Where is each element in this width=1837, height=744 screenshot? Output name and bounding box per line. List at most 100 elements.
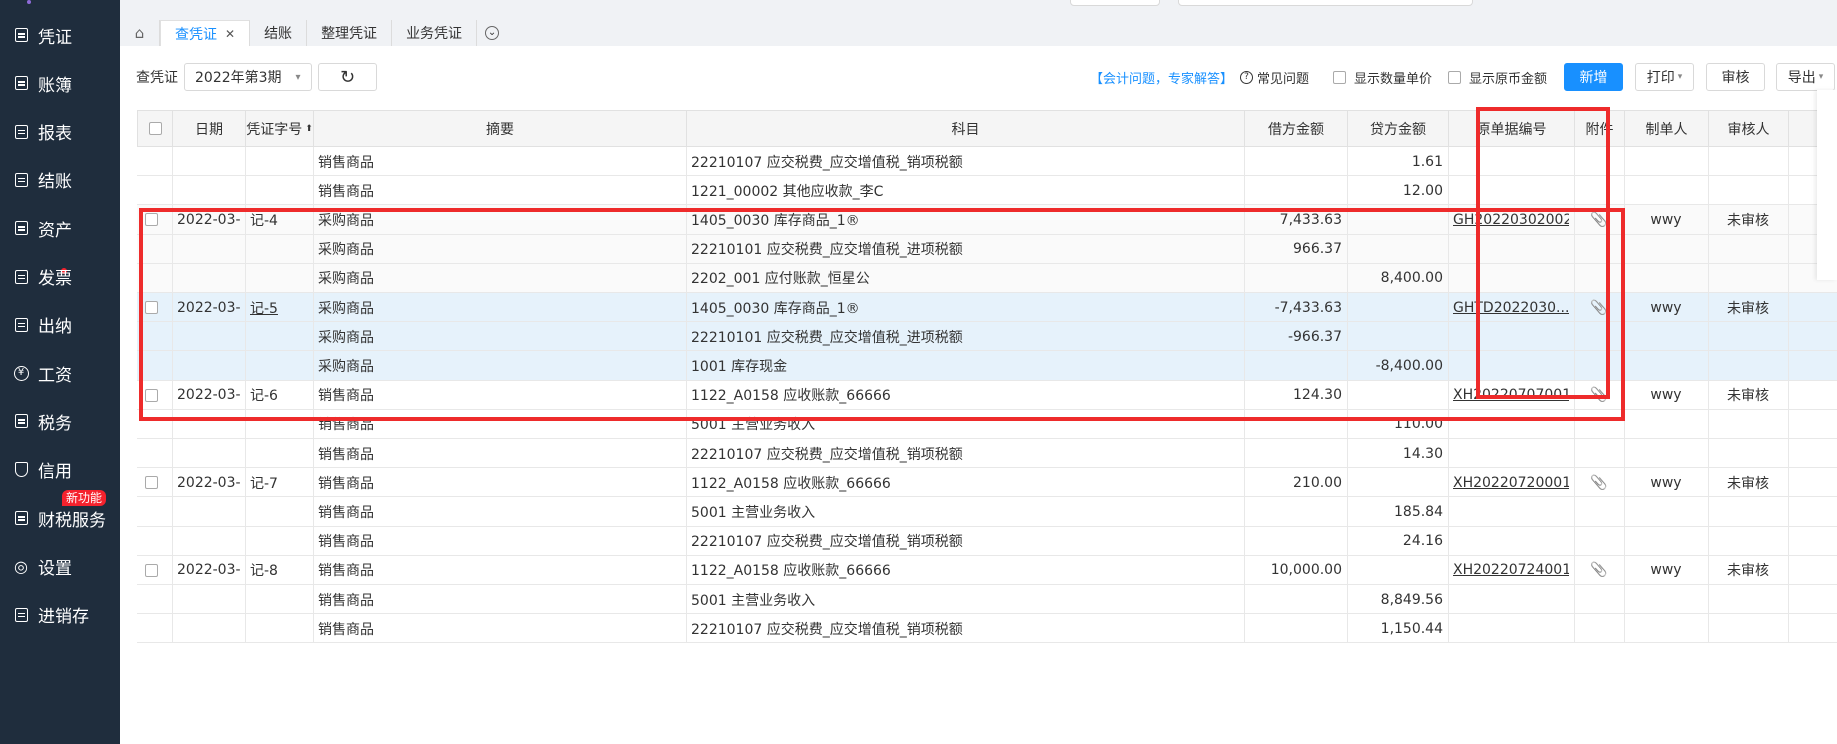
header-voucher-no[interactable]: 凭证字号 ⬆ (246, 111, 314, 146)
tab-view-vouchers[interactable]: 查凭证 ✕ (160, 20, 251, 46)
faq-link[interactable]: ? 常见问题 (1240, 63, 1309, 91)
sidebar-item-cashier[interactable]: 出纳 (0, 305, 120, 345)
row-checkbox[interactable] (145, 205, 165, 234)
table-row[interactable]: 销售商品 5001 主营业务收入 110.00 (137, 409, 1837, 439)
source-doc-no-value[interactable]: XH20220724001 (1453, 562, 1569, 578)
cell-source-doc-no[interactable]: XH20220720001 (1453, 468, 1569, 497)
table-row[interactable]: 采购商品 22210101 应交税费_应交增值税_进项税额 966.37 (137, 234, 1837, 264)
tab-closing[interactable]: 结账 (250, 20, 308, 46)
date-value: 2022-03-31 (177, 387, 240, 404)
sidebar-item-voucher[interactable]: 凭证 (0, 15, 120, 55)
period-select[interactable]: 2022年第3期 ▾ (184, 63, 312, 91)
table-row[interactable]: 2022-03-31 记-6 销售商品 1122_A0158 应收账款_66666 12… (137, 380, 1837, 410)
table-row[interactable]: 采购商品 1001 库存现金 -8,400.00 (137, 351, 1837, 381)
salary-icon: ¥ (12, 364, 30, 382)
account-value: 22210107 应交税费_应交增值税_销项税额 (691, 534, 963, 551)
checkbox[interactable] (148, 122, 162, 135)
sidebar-item-asset[interactable]: 资产 (0, 208, 120, 248)
cell-source-doc-no[interactable]: GH20220302002 (1453, 205, 1569, 234)
audit-button[interactable]: 审核 (1706, 63, 1765, 91)
show-qty-option[interactable]: 显示数量单价 (1333, 63, 1432, 91)
refresh-icon: ↻ (339, 66, 356, 88)
row-checkbox[interactable] (145, 468, 165, 497)
voucher-no-value[interactable]: 记-5 (250, 298, 278, 318)
source-doc-no-value[interactable]: XH20220720001 (1453, 475, 1569, 491)
table-row[interactable]: 2022-03-31 记-4 采购商品 1405_0030 库存商品_1® 7,433.… (137, 205, 1837, 235)
sidebar-item-inventory[interactable]: 进销存 (0, 595, 120, 635)
cell-attachment[interactable]: 📎 (1579, 468, 1619, 497)
paperclip-icon[interactable]: 📎 (1590, 212, 1607, 228)
cell-auditor: 未审核 (1713, 381, 1783, 410)
table-row[interactable]: 销售商品 22210107 应交税费_应交增值税_销项税额 1.61 (137, 147, 1837, 177)
checkbox[interactable] (145, 301, 158, 315)
source-doc-no-value[interactable]: XH20220707001 (1453, 387, 1569, 403)
paperclip-icon[interactable]: 📎 (1590, 562, 1607, 578)
sidebar-item-settings[interactable]: ◎ 设置 (0, 546, 120, 586)
tab-organize-vouchers[interactable]: 整理凭证 (307, 20, 393, 46)
sidebar-item-closing[interactable]: 结账 (0, 160, 120, 200)
paperclip-icon[interactable]: 📎 (1590, 300, 1607, 316)
sidebar-item-finance-service[interactable]: 财税服务 (0, 498, 120, 538)
sidebar-item-tax[interactable]: 税务 (0, 401, 120, 441)
close-icon[interactable]: ✕ (225, 27, 235, 41)
summary-value: 采购商品 (318, 358, 374, 375)
top-control-left[interactable] (1070, 0, 1160, 6)
sidebar-item-report[interactable]: 报表 (0, 112, 120, 152)
source-doc-no-value[interactable]: GH20220302002 (1453, 212, 1569, 228)
row-checkbox[interactable] (145, 381, 165, 410)
expert-help-link[interactable]: 【会计问题，专家解答】 (1090, 63, 1233, 91)
table-row[interactable]: 销售商品 22210107 应交税费_应交增值税_销项税额 14.30 (137, 439, 1837, 469)
show-fx-option[interactable]: 显示原币金额 (1448, 63, 1547, 91)
checkbox[interactable] (145, 563, 158, 577)
sort-icon[interactable]: ⬆ (305, 124, 313, 134)
checkbox[interactable] (145, 213, 158, 227)
sidebar-item-invoice[interactable]: 发票 (0, 257, 120, 297)
debit-amount-value: 124.30 (1293, 387, 1342, 404)
table-row[interactable]: 2022-03-31 记-7 销售商品 1122_A0158 应收账款_66666 21… (137, 468, 1837, 498)
show-qty-checkbox[interactable] (1333, 70, 1346, 84)
select-all-checkbox[interactable] (138, 111, 173, 146)
table-row[interactable]: 销售商品 5001 主营业务收入 8,849.56 (137, 585, 1837, 615)
cell-attachment[interactable]: 📎 (1579, 381, 1619, 410)
checkbox[interactable] (145, 476, 158, 490)
cell-attachment[interactable]: 📎 (1579, 293, 1619, 322)
paperclip-icon[interactable]: 📎 (1590, 387, 1607, 403)
header-credit-amount: 贷方金额 (1348, 111, 1449, 146)
checkbox[interactable] (145, 388, 158, 402)
print-button[interactable]: 打印 ▾ (1635, 63, 1694, 91)
table-row[interactable]: 采购商品 22210101 应交税费_应交增值税_进项税额 -966.37 (137, 322, 1837, 352)
table-row[interactable]: 2022-03-31 记-5 采购商品 1405_0030 库存商品_1® -7,433… (137, 293, 1837, 323)
filter-group: 查凭证 2022年第3期 ▾ (136, 63, 312, 91)
row-checkbox[interactable] (145, 556, 165, 585)
tab-more[interactable]: ⌄ (477, 20, 507, 46)
table-row[interactable]: 销售商品 22210107 应交税费_应交增值税_销项税额 1,150.44 (137, 614, 1837, 644)
auditor-value: 未审核 (1727, 388, 1769, 405)
cell-attachment[interactable]: 📎 (1579, 556, 1619, 585)
row-checkbox[interactable] (145, 293, 165, 322)
table-row[interactable]: 销售商品 22210107 应交税费_应交增值税_销项税额 24.16 (137, 526, 1837, 556)
add-voucher-button[interactable]: 新增 (1564, 63, 1623, 91)
cell-attachment[interactable]: 📎 (1579, 205, 1619, 234)
sidebar-item-credit[interactable]: 信用 (0, 450, 120, 490)
tab-home[interactable]: ⌂ (120, 20, 160, 46)
table-row[interactable]: 采购商品 2202_001 应付账款_恒星公 8,400.00 (137, 263, 1837, 293)
sidebar-item-ledger[interactable]: 账簿 (0, 63, 120, 103)
table-row[interactable]: 销售商品 1221_00002 其他应收款_李C 12.00 (137, 176, 1837, 206)
paperclip-icon[interactable]: 📎 (1590, 475, 1607, 491)
refresh-button[interactable]: ↻ (318, 63, 377, 91)
sidebar-item-salary[interactable]: ¥ 工资 (0, 353, 120, 393)
cell-source-doc-no[interactable]: GHTD2022030... (1453, 293, 1569, 322)
cell-source-doc-no[interactable]: XH20220707001 (1453, 381, 1569, 410)
cell-voucher-no[interactable]: 记-5 (250, 293, 308, 322)
sidebar-dot (27, 0, 31, 4)
show-fx-checkbox[interactable] (1448, 70, 1461, 84)
top-search-box[interactable] (1178, 0, 1473, 6)
export-button[interactable]: 导出 ▾ (1776, 63, 1835, 91)
table-row[interactable]: 2022-03-31 记-8 销售商品 1122_A0158 应收账款_66666 10… (137, 555, 1837, 585)
tab-business-vouchers[interactable]: 业务凭证 (392, 20, 478, 46)
cell-source-doc-no[interactable]: XH20220724001 (1453, 556, 1569, 585)
auditor-value: 未审核 (1727, 563, 1769, 580)
source-doc-no-value[interactable]: GHTD2022030... (1453, 300, 1569, 316)
table-row[interactable]: 销售商品 5001 主营业务收入 185.84 (137, 497, 1837, 527)
finance-service-icon (12, 509, 30, 527)
